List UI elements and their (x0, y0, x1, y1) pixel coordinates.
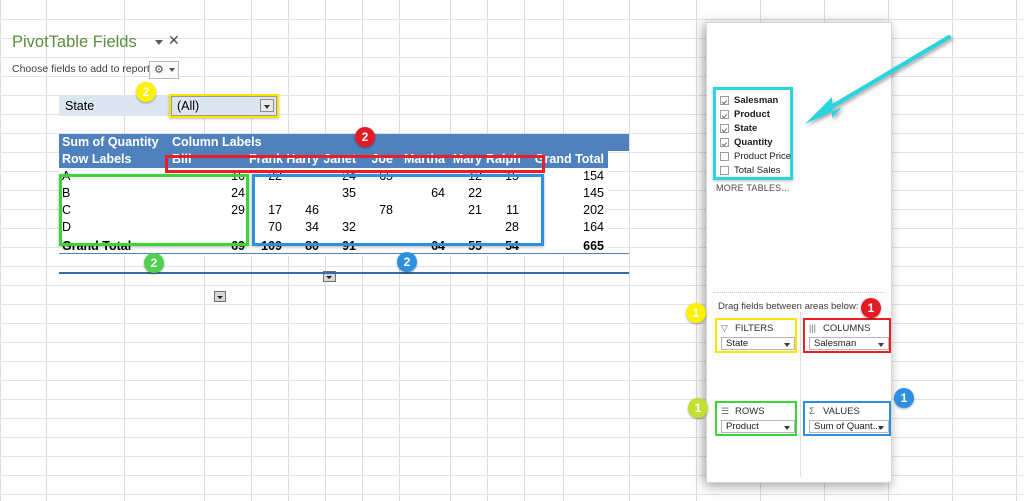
pivot-value-header: Sum of Quantity (59, 134, 169, 151)
more-tables-link[interactable]: MORE TABLES... (716, 183, 790, 193)
pivot-column-labels-header[interactable]: Column Labels (169, 134, 279, 151)
field-item-product[interactable]: Product (716, 107, 790, 121)
pivot-row-labels-header[interactable]: Row Labels (59, 151, 169, 168)
pivot-filter-highlight: (All) (169, 94, 279, 118)
chevron-down-icon[interactable] (878, 426, 884, 430)
field-label: Quantity (734, 137, 773, 148)
field-label: Salesman (734, 95, 778, 106)
badge-area-filters: 1 (686, 303, 706, 323)
checkbox-checked-icon[interactable] (720, 96, 729, 105)
chevron-down-icon[interactable] (155, 40, 163, 45)
area-filters-pill-label: State (726, 338, 748, 349)
field-label: Product Price (734, 151, 791, 162)
chevron-down-icon[interactable] (784, 343, 790, 347)
area-columns[interactable]: ||| COLUMNS Salesman (803, 318, 891, 353)
area-values[interactable]: Σ VALUES Sum of Quant... (803, 401, 891, 436)
area-rows-pill-label: Product (726, 421, 759, 432)
values-highlight-box (252, 174, 544, 246)
area-rows-title: ROWS (735, 406, 765, 417)
field-label: Total Sales (734, 165, 780, 176)
checkbox-checked-icon[interactable] (720, 110, 729, 119)
pane-subtitle: Choose fields to add to report: (12, 63, 153, 75)
sigma-icon: Σ (809, 407, 815, 416)
field-item-salesman[interactable]: Salesman (716, 93, 790, 107)
chevron-down-icon[interactable] (784, 426, 790, 430)
field-item-product-price[interactable]: Product Price (716, 149, 790, 163)
areas-vertical-separator (800, 312, 801, 477)
badge-values-step: 2 (397, 252, 417, 272)
gear-icon[interactable]: ⚙ (149, 61, 179, 79)
area-columns-pill[interactable]: Salesman (809, 337, 889, 350)
pivot-header-fill-1 (279, 134, 629, 151)
field-label: Product (734, 109, 770, 120)
grand-total-top-rule (59, 253, 629, 254)
grid-row-line (0, 494, 1024, 495)
filter-icon: ▽ (721, 324, 728, 333)
area-columns-title: COLUMNS (823, 323, 871, 334)
area-rows-pill[interactable]: Product (721, 420, 795, 433)
chevron-down-icon[interactable] (878, 343, 884, 347)
checkbox-unchecked-icon[interactable] (720, 152, 729, 161)
badge-filter-step: 2 (136, 82, 156, 102)
field-label: State (734, 123, 757, 134)
badge-area-values: 1 (894, 388, 914, 408)
rows-highlight-box (59, 174, 249, 246)
area-columns-pill-label: Salesman (814, 338, 856, 349)
field-item-quantity[interactable]: Quantity (716, 135, 790, 149)
pane-title: PivotTable Fields (12, 33, 137, 52)
drag-fields-hint: Drag fields between areas below: (718, 301, 858, 312)
badge-area-rows: 1 (688, 398, 708, 418)
close-icon[interactable]: ✕ (168, 33, 180, 47)
badge-area-columns: 1 (861, 298, 881, 318)
chevron-down-icon (169, 68, 175, 72)
badge-rows-step: 2 (144, 253, 164, 273)
pivot-row-labels-text: Row Labels (62, 152, 131, 166)
field-item-total-sales[interactable]: Total Sales (716, 163, 790, 177)
area-filters-title: FILTERS (735, 323, 773, 334)
grand-total-bottom-rule (59, 272, 629, 274)
area-values-pill[interactable]: Sum of Quant... (809, 420, 889, 433)
pivot-column-labels-text: Column Labels (172, 135, 262, 149)
pivot-header-row-1: Sum of Quantity Column Labels (59, 134, 629, 151)
area-filters[interactable]: ▽ FILTERS State (715, 318, 797, 353)
area-rows[interactable]: ☰ ROWS Product (715, 401, 797, 436)
area-values-pill-label: Sum of Quant... (814, 421, 881, 432)
pane-divider (713, 292, 885, 294)
field-list-highlight: Salesman Product State Quantity Product … (713, 87, 793, 180)
field-item-state[interactable]: State (716, 121, 790, 135)
chevron-down-icon[interactable] (260, 99, 274, 112)
checkbox-checked-icon[interactable] (720, 138, 729, 147)
row-labels-filter-icon[interactable] (214, 291, 226, 302)
gear-glyph: ⚙ (154, 65, 164, 76)
checkbox-unchecked-icon[interactable] (720, 166, 729, 175)
badge-columns-step: 2 (355, 127, 375, 147)
columns-icon: ||| (809, 324, 816, 333)
rows-icon: ☰ (721, 407, 729, 416)
area-filters-pill[interactable]: State (721, 337, 795, 350)
checkbox-checked-icon[interactable] (720, 124, 729, 133)
grid-row-line (0, 19, 1024, 20)
columns-highlight-box (165, 155, 545, 173)
area-values-title: VALUES (823, 406, 860, 417)
